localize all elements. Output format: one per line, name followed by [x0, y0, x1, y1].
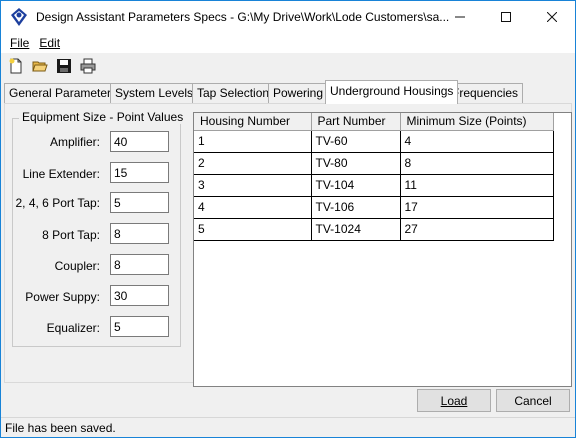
table-cell[interactable]: 2: [194, 152, 312, 175]
table-cell[interactable]: 4: [400, 130, 554, 153]
amplifier-input[interactable]: [110, 131, 169, 152]
table-cell[interactable]: 17: [400, 196, 554, 219]
coupler-label: Coupler:: [54, 259, 100, 273]
toolbar: [1, 53, 575, 79]
tab-general-parameters[interactable]: General Parameters: [4, 83, 123, 103]
load-button-label: Load: [440, 393, 468, 408]
table-cell[interactable]: 1: [194, 130, 312, 153]
table-row[interactable]: 1 TV-60 4: [194, 130, 554, 153]
table-row[interactable]: 3 TV-104 11: [194, 174, 554, 197]
close-button[interactable]: [529, 1, 575, 32]
table-row[interactable]: 4 TV-106 17: [194, 196, 554, 219]
port-tap-246-input[interactable]: [110, 192, 169, 213]
menu-bar: File Edit: [1, 32, 575, 53]
column-header-part-number[interactable]: Part Number: [311, 113, 401, 131]
minimize-icon: [455, 16, 465, 17]
housings-grid[interactable]: Housing Number Part Number Minimum Size …: [193, 112, 572, 387]
table-cell[interactable]: TV-60: [311, 130, 401, 153]
coupler-input[interactable]: [110, 254, 169, 275]
open-folder-icon: [31, 61, 48, 72]
status-text: File has been saved.: [5, 421, 116, 435]
menu-edit[interactable]: Edit: [34, 34, 65, 52]
table-cell[interactable]: 8: [400, 152, 554, 175]
menu-file[interactable]: File: [5, 34, 34, 52]
new-file-icon: [9, 58, 21, 74]
menu-file-label: File: [10, 35, 30, 50]
power-supply-label: Power Suppy:: [25, 290, 100, 304]
table-cell[interactable]: TV-104: [311, 174, 401, 197]
open-button[interactable]: [29, 56, 50, 77]
tab-underground-housings[interactable]: Underground Housings: [325, 80, 459, 104]
table-header-row: Housing Number Part Number Minimum Size …: [194, 113, 554, 131]
maximize-button[interactable]: [483, 1, 529, 32]
table-cell[interactable]: 5: [194, 218, 312, 241]
equalizer-label: Equalizer:: [46, 321, 100, 335]
tab-tap-selection[interactable]: Tap Selection: [192, 83, 275, 103]
save-button[interactable]: [53, 56, 74, 77]
minimize-button[interactable]: [437, 1, 483, 32]
table-row[interactable]: 2 TV-80 8: [194, 152, 554, 175]
tab-strip: General Parameters System Levels Tap Sel…: [4, 80, 572, 104]
port-tap-246-label: 2, 4, 6 Port Tap:: [15, 196, 101, 210]
table-cell[interactable]: 3: [194, 174, 312, 197]
load-button[interactable]: Load: [417, 389, 491, 412]
table-cell[interactable]: 11: [400, 174, 554, 197]
table-cell[interactable]: TV-106: [311, 196, 401, 219]
table-cell[interactable]: TV-80: [311, 152, 401, 175]
amplifier-label: Amplifier:: [49, 135, 100, 149]
title-bar[interactable]: Design Assistant Parameters Specs - G:\M…: [1, 1, 575, 32]
print-icon: [80, 58, 95, 74]
table-cell[interactable]: 4: [194, 196, 312, 219]
line-extender-input[interactable]: [110, 162, 169, 183]
equipment-size-title: Equipment Size - Point Values: [19, 110, 187, 124]
tab-powering[interactable]: Powering: [268, 83, 329, 103]
table-cell[interactable]: 27: [400, 218, 554, 241]
table-cell[interactable]: TV-1024: [311, 218, 401, 241]
app-window: Design Assistant Parameters Specs - G:\M…: [0, 0, 576, 438]
maximize-icon: [501, 11, 511, 22]
power-supply-input[interactable]: [110, 285, 169, 306]
tab-system-levels[interactable]: System Levels: [110, 83, 199, 103]
print-button[interactable]: [77, 56, 98, 77]
port-tap-8-label: 8 Port Tap:: [42, 228, 100, 242]
line-extender-label: Line Extender:: [22, 167, 100, 181]
save-disk-icon: [56, 59, 71, 73]
new-button[interactable]: [5, 56, 26, 77]
app-logo-icon: [9, 7, 29, 27]
close-icon: [547, 11, 557, 22]
port-tap-8-input[interactable]: [110, 223, 169, 244]
column-header-minimum-size[interactable]: Minimum Size (Points): [400, 113, 554, 131]
window-title: Design Assistant Parameters Specs - G:\M…: [36, 9, 450, 24]
column-header-housing-number[interactable]: Housing Number: [194, 113, 312, 131]
table-row[interactable]: 5 TV-1024 27: [194, 218, 554, 241]
status-bar: File has been saved.: [1, 417, 575, 437]
menu-edit-label: Edit: [39, 35, 61, 50]
housings-table: Housing Number Part Number Minimum Size …: [194, 113, 554, 241]
cancel-button[interactable]: Cancel: [496, 389, 570, 412]
equalizer-input[interactable]: [110, 316, 169, 337]
